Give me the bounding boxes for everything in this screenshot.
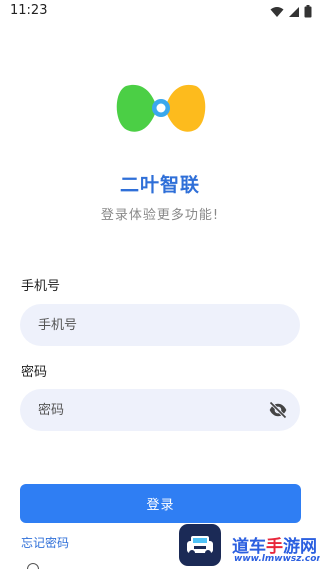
login-button[interactable]: 登录	[20, 484, 301, 523]
app-name: 二叶智联	[119, 174, 200, 196]
status-bar: 11:23	[0, 0, 320, 24]
eye-off-icon[interactable]	[268, 400, 288, 420]
car-icon	[187, 536, 213, 556]
tagline: 登录体验更多功能!	[100, 208, 220, 223]
phone-label: 手机号	[21, 279, 61, 294]
watermark: 道车手游网 www.lmwwsz.com	[176, 522, 320, 569]
password-input-box	[20, 389, 300, 431]
forgot-password-link[interactable]: 忘记密码	[21, 534, 69, 551]
status-icons	[270, 5, 312, 18]
phone-input[interactable]	[38, 304, 258, 346]
battery-icon	[304, 5, 312, 18]
password-label: 密码	[21, 365, 48, 380]
password-input[interactable]	[38, 389, 258, 431]
signal-icon	[289, 6, 299, 17]
app-logo	[116, 84, 206, 132]
watermark-logo-icon	[179, 524, 221, 566]
wifi-icon	[270, 6, 284, 17]
watermark-url: www.lmwwsz.com	[234, 554, 320, 564]
agreement-radio[interactable]	[27, 563, 39, 569]
status-time: 11:23	[10, 3, 48, 18]
phone-input-box	[20, 304, 300, 346]
